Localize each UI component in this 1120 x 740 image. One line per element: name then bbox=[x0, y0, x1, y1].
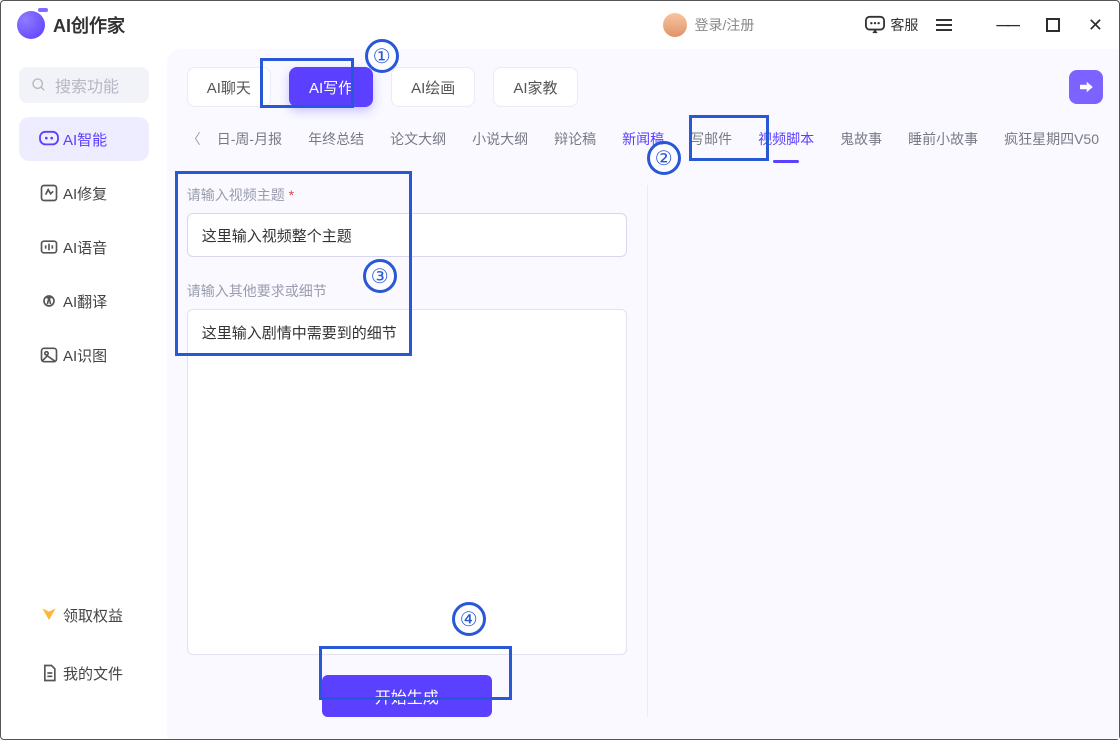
subtab-item[interactable]: 论文大纲 bbox=[390, 129, 446, 149]
subtab-item[interactable]: 新闻稿 bbox=[622, 129, 664, 149]
sidebar-item-label: AI智能 bbox=[63, 129, 107, 150]
sidebar-item-rewards[interactable]: 领取权益 bbox=[19, 595, 149, 635]
topic-label: 请输入视频主题 * bbox=[187, 185, 627, 205]
window-controls: ── ✕ bbox=[996, 16, 1103, 34]
template-subtabs: 〈 日-周-月报 年终总结 论文大纲 小说大纲 辩论稿 新闻稿 写邮件 视频脚本… bbox=[187, 129, 1099, 149]
customer-service-button[interactable]: 客服 bbox=[864, 15, 918, 35]
login-link[interactable]: 登录/注册 bbox=[695, 15, 755, 35]
subtab-item[interactable]: 睡前小故事 bbox=[908, 129, 978, 149]
maximize-button[interactable] bbox=[1046, 18, 1060, 32]
topic-input[interactable] bbox=[187, 213, 627, 257]
subtab-item[interactable]: 辩论稿 bbox=[554, 129, 596, 149]
main-panel: AI聊天 AI写作 AI绘画 AI家教 〈 日-周-月报 年终总结 论文大纲 小… bbox=[167, 49, 1119, 739]
voice-icon bbox=[35, 235, 63, 259]
rewards-icon bbox=[35, 603, 63, 627]
search-icon bbox=[31, 77, 47, 93]
sidebar-item-ai-image[interactable]: AI识图 bbox=[19, 333, 149, 377]
detail-textarea[interactable] bbox=[187, 309, 627, 655]
tab-ai-write[interactable]: AI写作 bbox=[289, 67, 373, 107]
tab-ai-draw[interactable]: AI绘画 bbox=[391, 67, 475, 107]
history-button[interactable] bbox=[1069, 70, 1103, 104]
sidebar-item-ai-repair[interactable]: AI修复 bbox=[19, 171, 149, 215]
repair-icon bbox=[35, 181, 63, 205]
sidebar-item-label: AI识图 bbox=[63, 345, 107, 366]
sidebar-item-ai-smart[interactable]: AI智能 bbox=[19, 117, 149, 161]
sidebar-item-files[interactable]: 我的文件 bbox=[19, 653, 149, 693]
app-title: AI创作家 bbox=[53, 12, 125, 38]
search-input-wrapper[interactable]: 搜索功能 bbox=[19, 67, 149, 103]
subtab-item[interactable]: 小说大纲 bbox=[472, 129, 528, 149]
close-button[interactable]: ✕ bbox=[1088, 16, 1103, 34]
chat-bubble-icon bbox=[864, 15, 886, 35]
hamburger-icon bbox=[936, 24, 952, 26]
minimize-button[interactable]: ── bbox=[996, 16, 1018, 34]
form-column: 请输入视频主题 * 请输入其他要求或细节 开始生成 bbox=[187, 185, 627, 717]
files-icon bbox=[35, 661, 63, 685]
category-tabs: AI聊天 AI写作 AI绘画 AI家教 bbox=[187, 67, 578, 107]
customer-service-label: 客服 bbox=[890, 15, 918, 35]
app-window: AI创作家 登录/注册 客服 ── ✕ 搜索功能 AI智能 bbox=[0, 0, 1120, 740]
subtab-scroll-left[interactable]: 〈 bbox=[187, 129, 201, 149]
sidebar-item-label: 领取权益 bbox=[63, 605, 123, 626]
tab-ai-tutor[interactable]: AI家教 bbox=[493, 67, 577, 107]
app-logo-icon bbox=[17, 11, 45, 39]
tab-ai-chat[interactable]: AI聊天 bbox=[187, 67, 271, 107]
subtab-item[interactable]: 年终总结 bbox=[308, 129, 364, 149]
sidebar-item-label: AI翻译 bbox=[63, 291, 107, 312]
sidebar-item-label: AI修复 bbox=[63, 183, 107, 204]
sidebar-item-label: AI语音 bbox=[63, 237, 107, 258]
sidebar-item-ai-translate[interactable]: AI翻译 bbox=[19, 279, 149, 323]
output-column bbox=[647, 185, 1099, 717]
subtab-item-selected[interactable]: 视频脚本 bbox=[758, 129, 814, 149]
subtab-item[interactable]: 日-周-月报 bbox=[217, 129, 282, 149]
hamburger-menu-button[interactable] bbox=[932, 13, 956, 37]
search-placeholder: 搜索功能 bbox=[55, 73, 119, 97]
ai-smart-icon bbox=[35, 127, 63, 151]
detail-label: 请输入其他要求或细节 bbox=[187, 281, 627, 301]
subtab-item[interactable]: 疯狂星期四V50 bbox=[1004, 129, 1099, 149]
avatar-icon[interactable] bbox=[663, 13, 687, 37]
sidebar: 搜索功能 AI智能 AI修复 AI语音 AI翻译 AI识图 bbox=[1, 49, 167, 739]
generate-button[interactable]: 开始生成 bbox=[322, 675, 492, 717]
subtab-item[interactable]: 鬼故事 bbox=[840, 129, 882, 149]
sidebar-item-label: 我的文件 bbox=[63, 663, 123, 684]
titlebar: AI创作家 登录/注册 客服 ── ✕ bbox=[1, 1, 1119, 49]
subtab-item[interactable]: 写邮件 bbox=[690, 129, 732, 149]
arrow-icon bbox=[1077, 78, 1095, 96]
image-icon bbox=[35, 343, 63, 367]
translate-icon bbox=[35, 289, 63, 313]
sidebar-item-ai-voice[interactable]: AI语音 bbox=[19, 225, 149, 269]
